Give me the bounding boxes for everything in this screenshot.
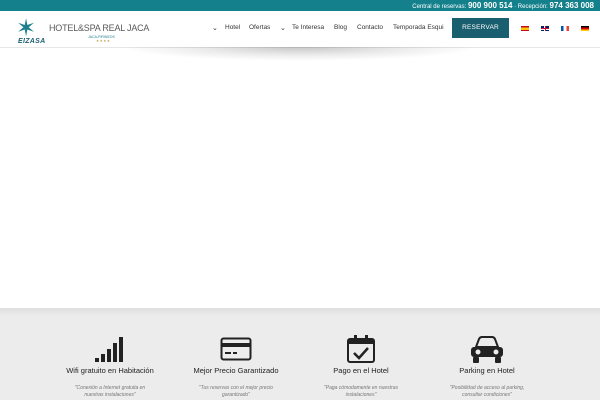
- nav-item-blog[interactable]: Blog: [334, 24, 347, 31]
- hero-area: [0, 48, 600, 308]
- nav-item-hotel[interactable]: Hotel: [225, 24, 240, 31]
- nav-item-te-interesa[interactable]: Te Interesa: [292, 24, 324, 31]
- chevron-down-icon[interactable]: ⌄: [280, 24, 286, 32]
- language-fr-flag[interactable]: [561, 26, 569, 31]
- reception-phone[interactable]: 974 363 008: [550, 1, 595, 10]
- feature-desc: "Posibilidad de acceso al parking, consu…: [449, 385, 525, 398]
- feature-parking: Parking en Hotel "Posibilidad de acceso …: [412, 308, 562, 400]
- central-label: Central de reservas:: [412, 4, 467, 10]
- credit-card-icon: [220, 337, 252, 361]
- reception-label: · Recepción:: [514, 4, 548, 10]
- brand-name: EIZASA: [18, 38, 46, 45]
- calendar-check-icon: [347, 335, 375, 363]
- wifi-signal-icon: [95, 337, 123, 362]
- top-contact-bar: Central de reservas: 900 900 514 · Recep…: [0, 0, 600, 11]
- nav-item-ofertas[interactable]: Ofertas: [249, 24, 270, 31]
- language-en-flag[interactable]: [541, 26, 549, 31]
- feature-desc: "Tus reservas con el mejor precio garant…: [199, 385, 273, 398]
- reservar-button[interactable]: RESERVAR: [452, 18, 509, 38]
- nav-item-temporada-esqui[interactable]: Temporada Esqui: [393, 24, 444, 31]
- feature-title: Parking en Hotel: [459, 366, 515, 375]
- hotel-stars: ★★★★: [96, 39, 111, 43]
- car-icon: [471, 336, 503, 363]
- features-section: Wifi gratuito en Habitación "Conexión a …: [0, 308, 600, 400]
- hotel-name[interactable]: HOTEL&SPA REAL JACA: [49, 23, 149, 33]
- feature-desc: "Paga cómodamente en nuestras instalacio…: [323, 385, 399, 398]
- feature-desc: "Conexión a Internet gratuita en nuestra…: [74, 385, 146, 398]
- language-de-flag[interactable]: [581, 26, 589, 31]
- chevron-down-icon[interactable]: ⌄: [212, 24, 218, 32]
- site-header: ✶ EIZASA HOTEL&SPA REAL JACA JACA-PIRINE…: [0, 11, 600, 48]
- nav-item-contacto[interactable]: Contacto: [357, 24, 383, 31]
- brand-logo[interactable]: ✶ EIZASA: [14, 17, 48, 47]
- language-es-flag[interactable]: [521, 26, 529, 31]
- header-shadow: [120, 47, 480, 61]
- central-phone[interactable]: 900 900 514: [468, 1, 513, 10]
